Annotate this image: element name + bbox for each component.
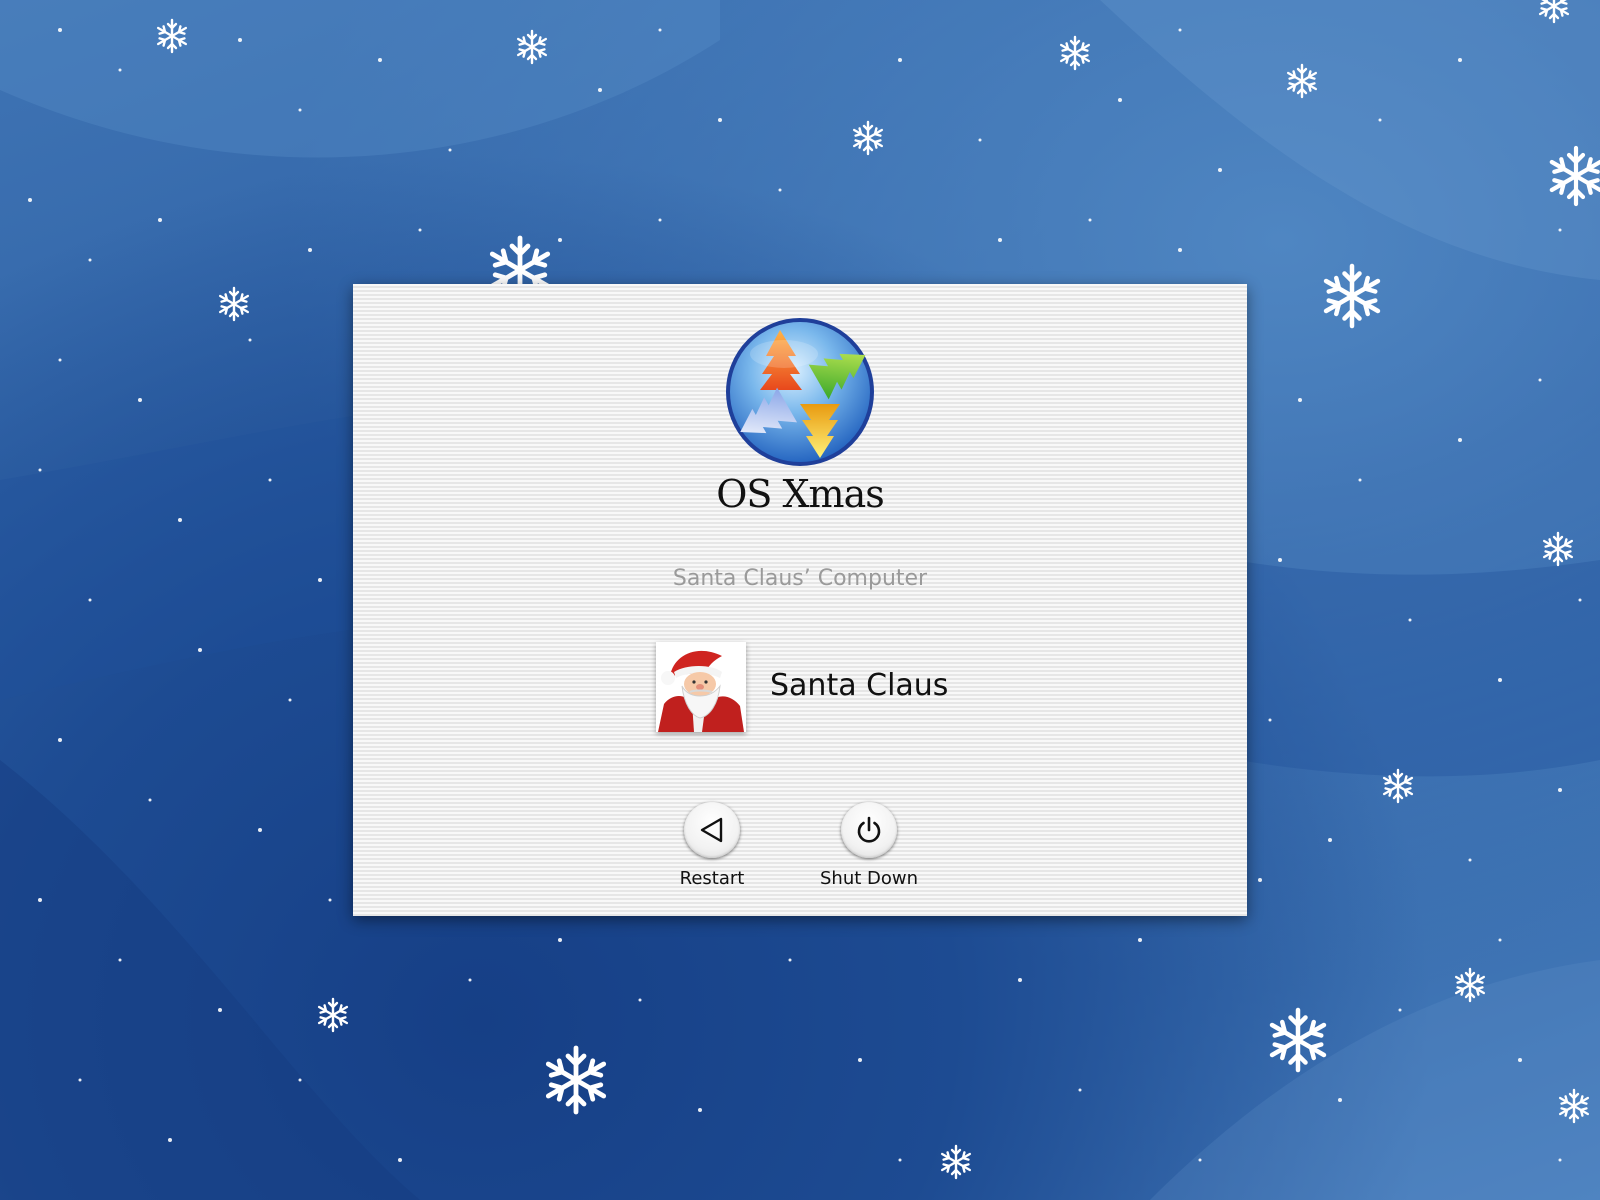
shut-down-button[interactable]: Shut Down bbox=[799, 802, 939, 892]
login-panel: OS Xmas Santa Claus’ Computer Santa Clau… bbox=[353, 284, 1247, 916]
computer-name: Santa Claus’ Computer bbox=[672, 566, 928, 591]
restart-triangle-icon bbox=[700, 817, 723, 843]
shut-down-button-circle[interactable] bbox=[841, 802, 897, 858]
os-name-title: OS Xmas bbox=[716, 472, 885, 516]
restart-button-circle[interactable] bbox=[684, 802, 740, 858]
santa-avatar-icon bbox=[656, 642, 746, 732]
christmas-tree-globe-icon bbox=[724, 316, 876, 468]
power-icon bbox=[857, 816, 881, 843]
user-name-label: Santa Claus bbox=[770, 668, 949, 703]
user-account-santa-claus[interactable]: Santa Claus bbox=[656, 642, 996, 734]
shut-down-label: Shut Down bbox=[819, 868, 919, 889]
restart-label: Restart bbox=[679, 868, 745, 889]
restart-button[interactable]: Restart bbox=[642, 802, 782, 892]
